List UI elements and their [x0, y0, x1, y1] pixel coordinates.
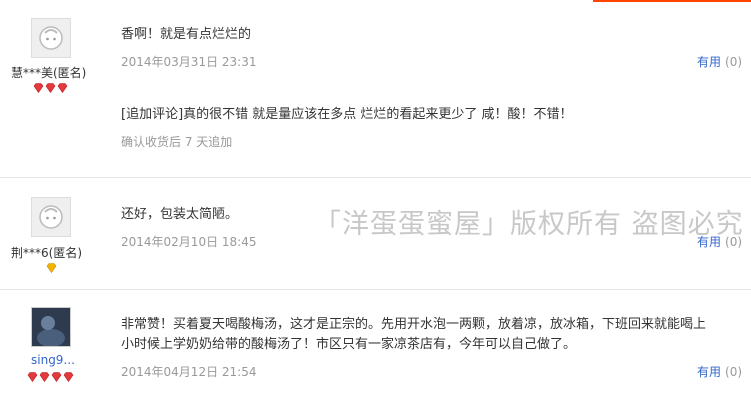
- copyright-watermark: 「洋蛋蛋蜜屋」版权所有 盗图必究: [314, 209, 744, 240]
- review-date: 2014年04月12日 21:54: [121, 365, 257, 379]
- reviewer-level-gems: [46, 263, 57, 275]
- reviewer-level-gems: [27, 372, 74, 384]
- red-diamond-icon: [51, 372, 62, 382]
- useful-count: (0): [725, 55, 743, 69]
- red-diamond-icon: [27, 372, 38, 382]
- avatar[interactable]: [31, 307, 71, 347]
- red-diamond-icon: [33, 83, 44, 93]
- default-avatar-icon: [32, 198, 70, 236]
- reviewer-name: 慧***美(匿名): [11, 66, 87, 80]
- top-accent-bar: [593, 0, 751, 2]
- review-content: 还好，包装太简陋。: [121, 207, 239, 222]
- review-divider: [0, 289, 751, 290]
- avatar[interactable]: [31, 18, 71, 58]
- review-content-line-1: 非常赞！买着夏天喝酸梅汤，这才是正宗的。先用开水泡一两颗，放着凉，放冰箱，下班回…: [121, 317, 707, 332]
- red-diamond-icon: [57, 83, 68, 93]
- useful-vote: 有用 (0): [697, 53, 742, 70]
- useful-count: (0): [725, 365, 743, 379]
- review-content: 香啊！就是有点烂烂的: [121, 27, 252, 42]
- reviewer-name: 荆***6(匿名): [11, 246, 82, 260]
- useful-button[interactable]: 有用: [697, 365, 721, 379]
- append-review-content: [追加评论]真的很不错 就是量应该在多点 烂烂的看起来更少了 咸！酸！不错！: [121, 107, 573, 122]
- avatar[interactable]: [31, 197, 71, 237]
- review-date: 2014年02月10日 18:45: [121, 235, 257, 249]
- review-divider: [0, 177, 751, 178]
- review-date: 2014年03月31日 23:31: [121, 55, 257, 69]
- append-review-note: 确认收货后 7 天追加: [121, 135, 233, 149]
- useful-vote: 有用 (0): [697, 363, 742, 380]
- user-photo-icon: [32, 308, 70, 347]
- default-avatar-icon: [32, 19, 70, 57]
- reviewer-level-gems: [33, 83, 68, 95]
- useful-button[interactable]: 有用: [697, 55, 721, 69]
- review-content-line-2: 小时候上学奶奶给带的酸梅汤了！市区只有一家凉茶店有，今年可以自己做了。: [121, 337, 577, 352]
- reviewer-name[interactable]: sing9...: [31, 353, 75, 367]
- red-diamond-icon: [45, 83, 56, 93]
- red-diamond-icon: [63, 372, 74, 382]
- gold-crown-icon: [46, 263, 57, 273]
- red-diamond-icon: [39, 372, 50, 382]
